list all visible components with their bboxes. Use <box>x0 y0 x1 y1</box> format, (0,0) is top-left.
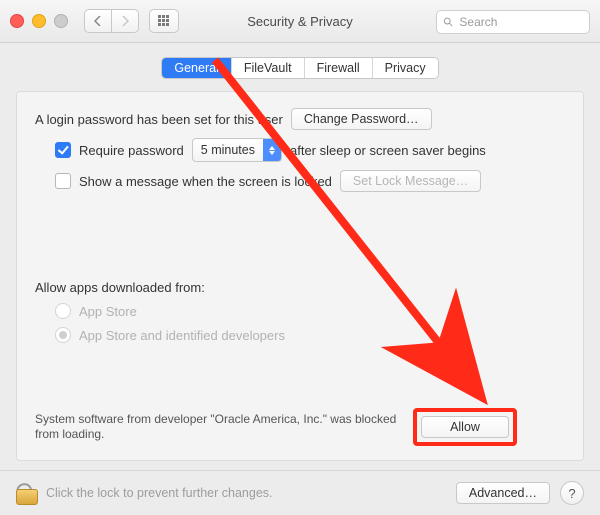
radio-identified-developers <box>55 327 71 343</box>
radio-app-store <box>55 303 71 319</box>
blocked-software-row: System software from developer "Oracle A… <box>35 408 565 446</box>
change-password-button[interactable]: Change Password… <box>291 108 432 130</box>
window-controls <box>10 14 68 28</box>
allow-highlight-annotation: Allow <box>413 408 517 446</box>
stepper-arrows-icon <box>263 139 281 161</box>
minimize-window-button[interactable] <box>32 14 46 28</box>
advanced-button[interactable]: Advanced… <box>456 482 550 504</box>
tabs-row: General FileVault Firewall Privacy <box>0 57 600 79</box>
show-message-checkbox[interactable] <box>55 173 71 189</box>
allow-apps-heading: Allow apps downloaded from: <box>35 280 205 295</box>
blocked-software-text: System software from developer "Oracle A… <box>35 412 405 442</box>
set-lock-message-button: Set Lock Message… <box>340 170 481 192</box>
chevron-right-icon <box>121 16 129 26</box>
require-password-row: Require password 5 minutes after sleep o… <box>55 138 565 162</box>
lock-hint-text: Click the lock to prevent further change… <box>46 486 446 500</box>
radio-identified-row: App Store and identified developers <box>55 327 565 343</box>
nav-buttons <box>84 9 139 33</box>
require-password-checkbox[interactable] <box>55 142 71 158</box>
search-icon <box>443 16 453 28</box>
radio-identified-label: App Store and identified developers <box>79 328 285 343</box>
allow-button[interactable]: Allow <box>421 416 509 438</box>
tab-filevault[interactable]: FileVault <box>232 58 305 78</box>
back-button[interactable] <box>84 9 112 33</box>
search-input[interactable] <box>457 14 583 30</box>
footer: Click the lock to prevent further change… <box>0 470 600 515</box>
tab-firewall[interactable]: Firewall <box>305 58 373 78</box>
chevron-left-icon <box>94 16 102 26</box>
titlebar: Security & Privacy <box>0 0 600 43</box>
tab-general[interactable]: General <box>162 58 231 78</box>
show-all-button[interactable] <box>149 9 179 33</box>
general-panel: A login password has been set for this u… <box>16 91 584 461</box>
password-delay-select[interactable]: 5 minutes <box>192 138 282 162</box>
allow-apps-heading-row: Allow apps downloaded from: <box>35 280 565 295</box>
forward-button[interactable] <box>112 9 139 33</box>
login-password-row: A login password has been set for this u… <box>35 108 565 130</box>
show-message-label: Show a message when the screen is locked <box>79 174 332 189</box>
show-message-row: Show a message when the screen is locked… <box>55 170 565 192</box>
maximize-window-button <box>54 14 68 28</box>
radio-app-store-label: App Store <box>79 304 137 319</box>
help-button[interactable]: ? <box>560 481 584 505</box>
after-sleep-text: after sleep or screen saver begins <box>290 143 486 158</box>
tabs: General FileVault Firewall Privacy <box>161 57 438 79</box>
lock-icon[interactable] <box>16 481 36 505</box>
login-password-text: A login password has been set for this u… <box>35 112 283 127</box>
grid-icon <box>158 15 170 27</box>
password-delay-value: 5 minutes <box>201 143 255 157</box>
search-field[interactable] <box>436 10 590 34</box>
radio-app-store-row: App Store <box>55 303 565 319</box>
tab-privacy[interactable]: Privacy <box>373 58 438 78</box>
require-password-label: Require password <box>79 143 184 158</box>
close-window-button[interactable] <box>10 14 24 28</box>
